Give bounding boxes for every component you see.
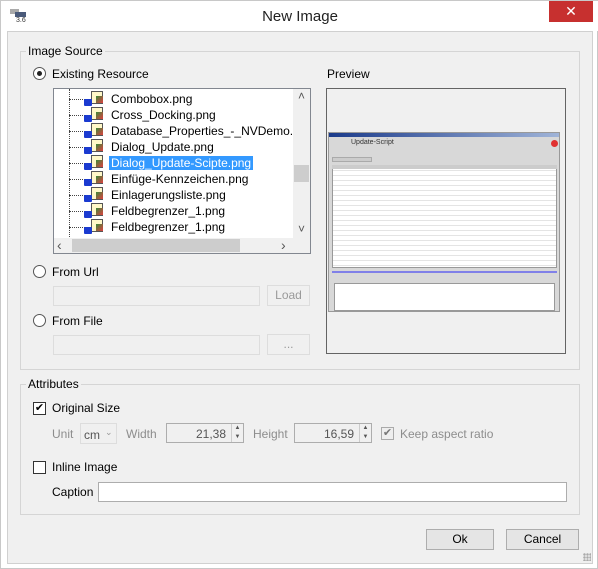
ok-button[interactable]: Ok [426,529,494,550]
title-bar[interactable]: 3.6 New Image ✕ [1,1,598,31]
attributes-label: Attributes [26,377,81,391]
tree-item-label: Einlagerungsliste.png [111,188,226,202]
preview-image: Update-Script [328,132,560,312]
unit-label: Unit [52,427,74,441]
chevron-down-icon: ⌄ [105,427,113,437]
locked-image-resource-icon [82,139,104,155]
locked-image-resource-icon [82,171,104,187]
tree-item-label: Einfüge-Kennzeichen.png [111,172,249,186]
locked-image-resource-icon [82,203,104,219]
tree-item-label: Dialog_Update-Scipte.png [109,156,254,170]
cancel-button[interactable]: Cancel [506,529,579,550]
tree-item[interactable]: Dialog_Update.png [54,139,294,155]
height-spin-buttons[interactable]: ▲ ▼ [359,424,371,442]
tree-item-label: Dialog_Update.png [111,140,214,154]
horizontal-scroll-thumb[interactable] [72,239,240,252]
tree-item-label: Cross_Docking.png [111,108,216,122]
locked-image-resource-icon [82,91,104,107]
tree-item[interactable]: Feldbegrenzer_1.png [54,219,294,235]
tree-item[interactable]: Einfüge-Kennzeichen.png [54,171,294,187]
inline-image-checkbox[interactable] [33,461,46,474]
url-input[interactable] [53,286,260,306]
tree-item[interactable]: Dialog_Update-Scipte.png [54,155,294,171]
caption-input[interactable] [98,482,567,502]
scroll-down-button[interactable]: ˅ [293,222,310,238]
caption-label: Caption [52,485,94,499]
load-button[interactable]: Load [267,285,310,306]
from-url-label: From Url [52,265,99,279]
tree-item-label: Feldbegrenzer_1.png [111,220,226,234]
unit-select[interactable]: cm ⌄ [80,423,117,444]
tree-item[interactable]: Cross_Docking.png [54,107,294,123]
scroll-left-button[interactable]: ‹ [57,238,69,252]
browse-button[interactable]: ... [267,334,310,355]
tree-item[interactable]: Einlagerungsliste.png [54,187,294,203]
scroll-up-button[interactable]: ˄ [293,89,310,105]
unit-value: cm [84,428,100,442]
from-file-radio[interactable] [33,314,46,327]
existing-resource-radio[interactable] [33,67,46,80]
tree-item[interactable]: Database_Properties_-_NVDemo.png [54,123,310,139]
new-image-dialog: 3.6 New Image ✕ Image Source Existing Re… [0,0,598,569]
close-button[interactable]: ✕ [549,1,593,22]
keep-aspect-label: Keep aspect ratio [400,427,494,441]
preview-pane: Update-Script [326,88,566,354]
tree-item-label: Feldbegrenzer_1.png [111,204,226,218]
scroll-right-button[interactable]: › [281,238,293,252]
tree-item[interactable]: Combobox.png [54,91,294,107]
tree-item-label: Database_Properties_-_NVDemo.png [111,124,311,138]
height-spinner[interactable]: 16,59 ▲ ▼ [294,423,372,443]
dialog-title: New Image [262,8,338,25]
width-spinner[interactable]: 21,38 ▲ ▼ [166,423,244,443]
file-path-input[interactable] [53,335,260,355]
inline-image-label: Inline Image [52,460,118,474]
keep-aspect-checkbox[interactable]: ✔ [381,427,394,440]
locked-image-resource-icon [82,219,104,235]
width-label: Width [126,427,157,441]
resource-tree[interactable]: Combobox.png Cross_Docking.png Database_Pr… [53,88,311,254]
width-spin-buttons[interactable]: ▲ ▼ [231,424,243,442]
locked-image-resource-icon [82,123,104,139]
original-size-checkbox[interactable]: ✔ [33,402,46,415]
height-value: 16,59 [323,427,354,441]
from-file-label: From File [52,314,103,328]
locked-image-resource-icon [82,187,104,203]
existing-resource-label: Existing Resource [52,67,149,81]
locked-image-resource-icon [82,155,104,171]
vertical-scroll-thumb[interactable] [294,165,309,182]
height-label: Height [253,427,288,441]
vertical-scrollbar[interactable]: ˄ ˅ [293,89,310,238]
resize-grip[interactable] [583,553,591,561]
locked-image-resource-icon [82,107,104,123]
tree-item-label: Combobox.png [111,92,193,106]
from-url-radio[interactable] [33,265,46,278]
original-size-label: Original Size [52,401,121,415]
preview-image-title: Update-Script [351,139,394,146]
horizontal-scrollbar[interactable]: ‹ › [54,238,310,253]
width-value: 21,38 [195,427,226,441]
preview-label: Preview [327,67,370,81]
image-source-label: Image Source [26,44,105,58]
tree-item[interactable]: Feldbegrenzer_1.png [54,203,294,219]
